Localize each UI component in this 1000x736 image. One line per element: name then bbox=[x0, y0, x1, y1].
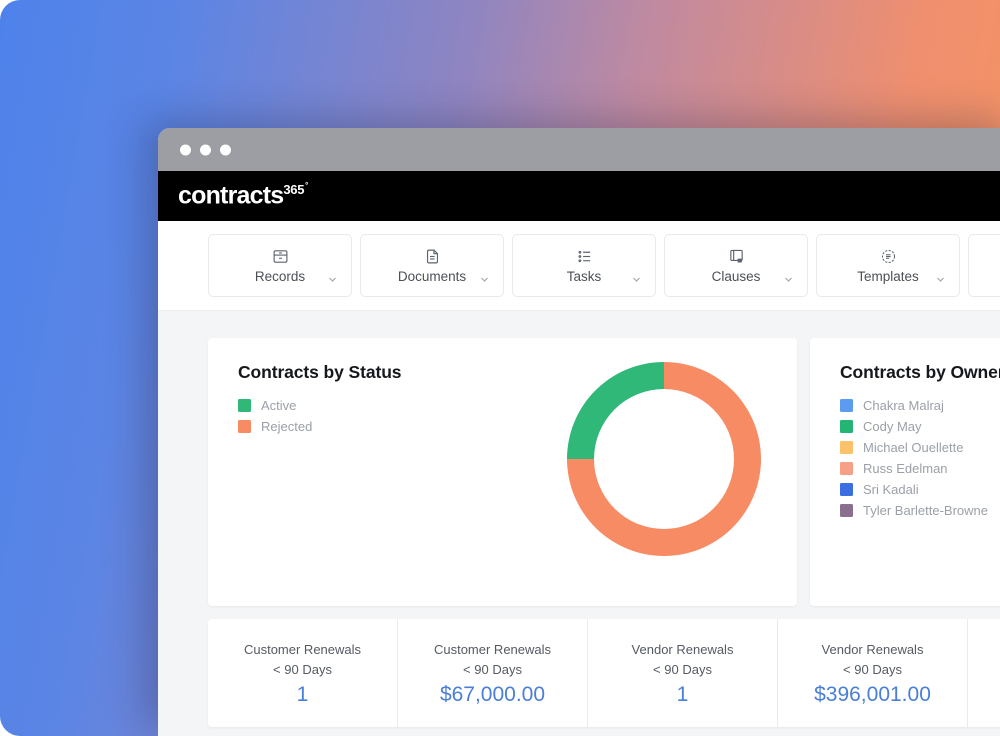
nav-item-tasks[interactable]: Tasks bbox=[512, 234, 656, 297]
chevron-down-icon[interactable] bbox=[784, 271, 793, 280]
kpi-value: $67,000.00 bbox=[440, 684, 545, 705]
legend-label: Tyler Barlette-Browne bbox=[863, 504, 988, 517]
page-title: Contracts by Owner bbox=[840, 362, 1000, 383]
legend-label: Cody May bbox=[863, 420, 922, 433]
legend-label: Sri Kadali bbox=[863, 483, 919, 496]
legend-label: Russ Edelman bbox=[863, 462, 948, 475]
contracts-by-owner-card: Contracts by Owner Chakra Malraj Cody May… bbox=[810, 338, 1000, 606]
legend-item[interactable]: Tyler Barlette-Browne bbox=[840, 504, 1000, 517]
kpi-label-line1: Vendor Renewals bbox=[632, 641, 734, 659]
kpi-row: Customer Renewals< 90 Days1Customer Rene… bbox=[208, 619, 1000, 727]
chevron-down-icon[interactable] bbox=[480, 271, 489, 280]
owner-legend: Chakra Malraj Cody May Michael Ouellette Ru… bbox=[840, 399, 1000, 517]
chevron-down-icon[interactable] bbox=[328, 271, 337, 280]
legend-swatch bbox=[840, 483, 853, 496]
legend-item[interactable]: Cody May bbox=[840, 420, 1000, 433]
nav-item-clauses[interactable]: Clauses bbox=[664, 234, 808, 297]
nav-label: Tasks bbox=[567, 270, 602, 284]
book-icon bbox=[728, 248, 745, 265]
window-titlebar bbox=[158, 128, 1000, 171]
legend-swatch bbox=[840, 441, 853, 454]
dashboard: Contracts by Status Active Rejected bbox=[158, 311, 1000, 736]
legend-label: Rejected bbox=[261, 420, 312, 433]
task-list-icon bbox=[576, 248, 593, 265]
logo-wordmark: contracts bbox=[178, 182, 283, 210]
legend-swatch bbox=[840, 399, 853, 412]
nav-label: Clauses bbox=[712, 270, 761, 284]
maximize-icon[interactable] bbox=[220, 144, 231, 155]
nav-label: Documents bbox=[398, 270, 466, 284]
app-window: contracts365° Records bbox=[158, 128, 1000, 736]
nav-item-documents[interactable]: Documents bbox=[360, 234, 504, 297]
minimize-icon[interactable] bbox=[200, 144, 211, 155]
legend-swatch bbox=[840, 420, 853, 433]
legend-item[interactable]: Michael Ouellette bbox=[840, 441, 1000, 454]
kpi-tile[interactable]: Customer Renewals < 90 Days 1 bbox=[208, 619, 398, 727]
brand-bar: contracts365° bbox=[158, 171, 1000, 221]
kpi-value: 1 bbox=[297, 684, 309, 705]
window-traffic-lights bbox=[180, 144, 231, 155]
legend-item[interactable]: Russ Edelman bbox=[840, 462, 1000, 475]
kpi-tile[interactable]: Customer Renewals < 90 Days $67,000.00 bbox=[398, 619, 588, 727]
screenshot-root: contracts365° Records bbox=[0, 0, 1000, 736]
main-nav: Records Documents bbox=[158, 221, 1000, 311]
nav-item-records[interactable]: Records bbox=[208, 234, 352, 297]
legend-label: Active bbox=[261, 399, 296, 412]
nav-label: Records bbox=[255, 270, 305, 284]
legend-swatch bbox=[840, 504, 853, 517]
kpi-label-line1: Customer Renewals bbox=[244, 641, 361, 659]
chevron-down-icon[interactable] bbox=[936, 271, 945, 280]
legend-swatch bbox=[840, 462, 853, 475]
close-icon[interactable] bbox=[180, 144, 191, 155]
app-logo[interactable]: contracts365° bbox=[178, 183, 307, 208]
kpi-tile[interactable]: Vendor Renewals < 90 Days 1 bbox=[588, 619, 778, 727]
kpi-value: $396,001.00 bbox=[814, 684, 931, 705]
kpi-value: 1 bbox=[677, 684, 689, 705]
logo-registered-mark: ° bbox=[305, 181, 307, 190]
archive-drawer-icon bbox=[272, 248, 289, 265]
legend-label: Chakra Malraj bbox=[863, 399, 944, 412]
kpi-label-line2: < 90 Days bbox=[653, 661, 712, 679]
document-icon bbox=[424, 248, 441, 265]
nav-label: Templates bbox=[857, 270, 919, 284]
legend-swatch bbox=[238, 420, 251, 433]
charts-row: Contracts by Status Active Rejected bbox=[208, 338, 1000, 606]
donut-chart[interactable] bbox=[567, 362, 761, 556]
chevron-down-icon[interactable] bbox=[632, 271, 641, 280]
kpi-label-line2: < 90 Days bbox=[463, 661, 522, 679]
legend-swatch bbox=[238, 399, 251, 412]
kpi-label-line1: Vendor Renewals bbox=[822, 641, 924, 659]
donut-hole bbox=[594, 389, 734, 529]
contracts-by-status-card: Contracts by Status Active Rejected bbox=[208, 338, 797, 606]
logo-superscript: 365 bbox=[283, 182, 304, 197]
kpi-label-line2: < 90 Days bbox=[273, 661, 332, 679]
kpi-label-line2: < 90 Days bbox=[843, 661, 902, 679]
legend-item[interactable]: Chakra Malraj bbox=[840, 399, 1000, 412]
legend-item[interactable]: Sri Kadali bbox=[840, 483, 1000, 496]
nav-item-contacts-partial[interactable]: Co bbox=[968, 234, 1000, 297]
nav-item-templates[interactable]: Templates bbox=[816, 234, 960, 297]
legend-label: Michael Ouellette bbox=[863, 441, 963, 454]
kpi-tile[interactable]: Vendor Renewals < 90 Days $396,001.00 bbox=[778, 619, 968, 727]
kpi-label-line1: Customer Renewals bbox=[434, 641, 551, 659]
template-icon bbox=[880, 248, 897, 265]
